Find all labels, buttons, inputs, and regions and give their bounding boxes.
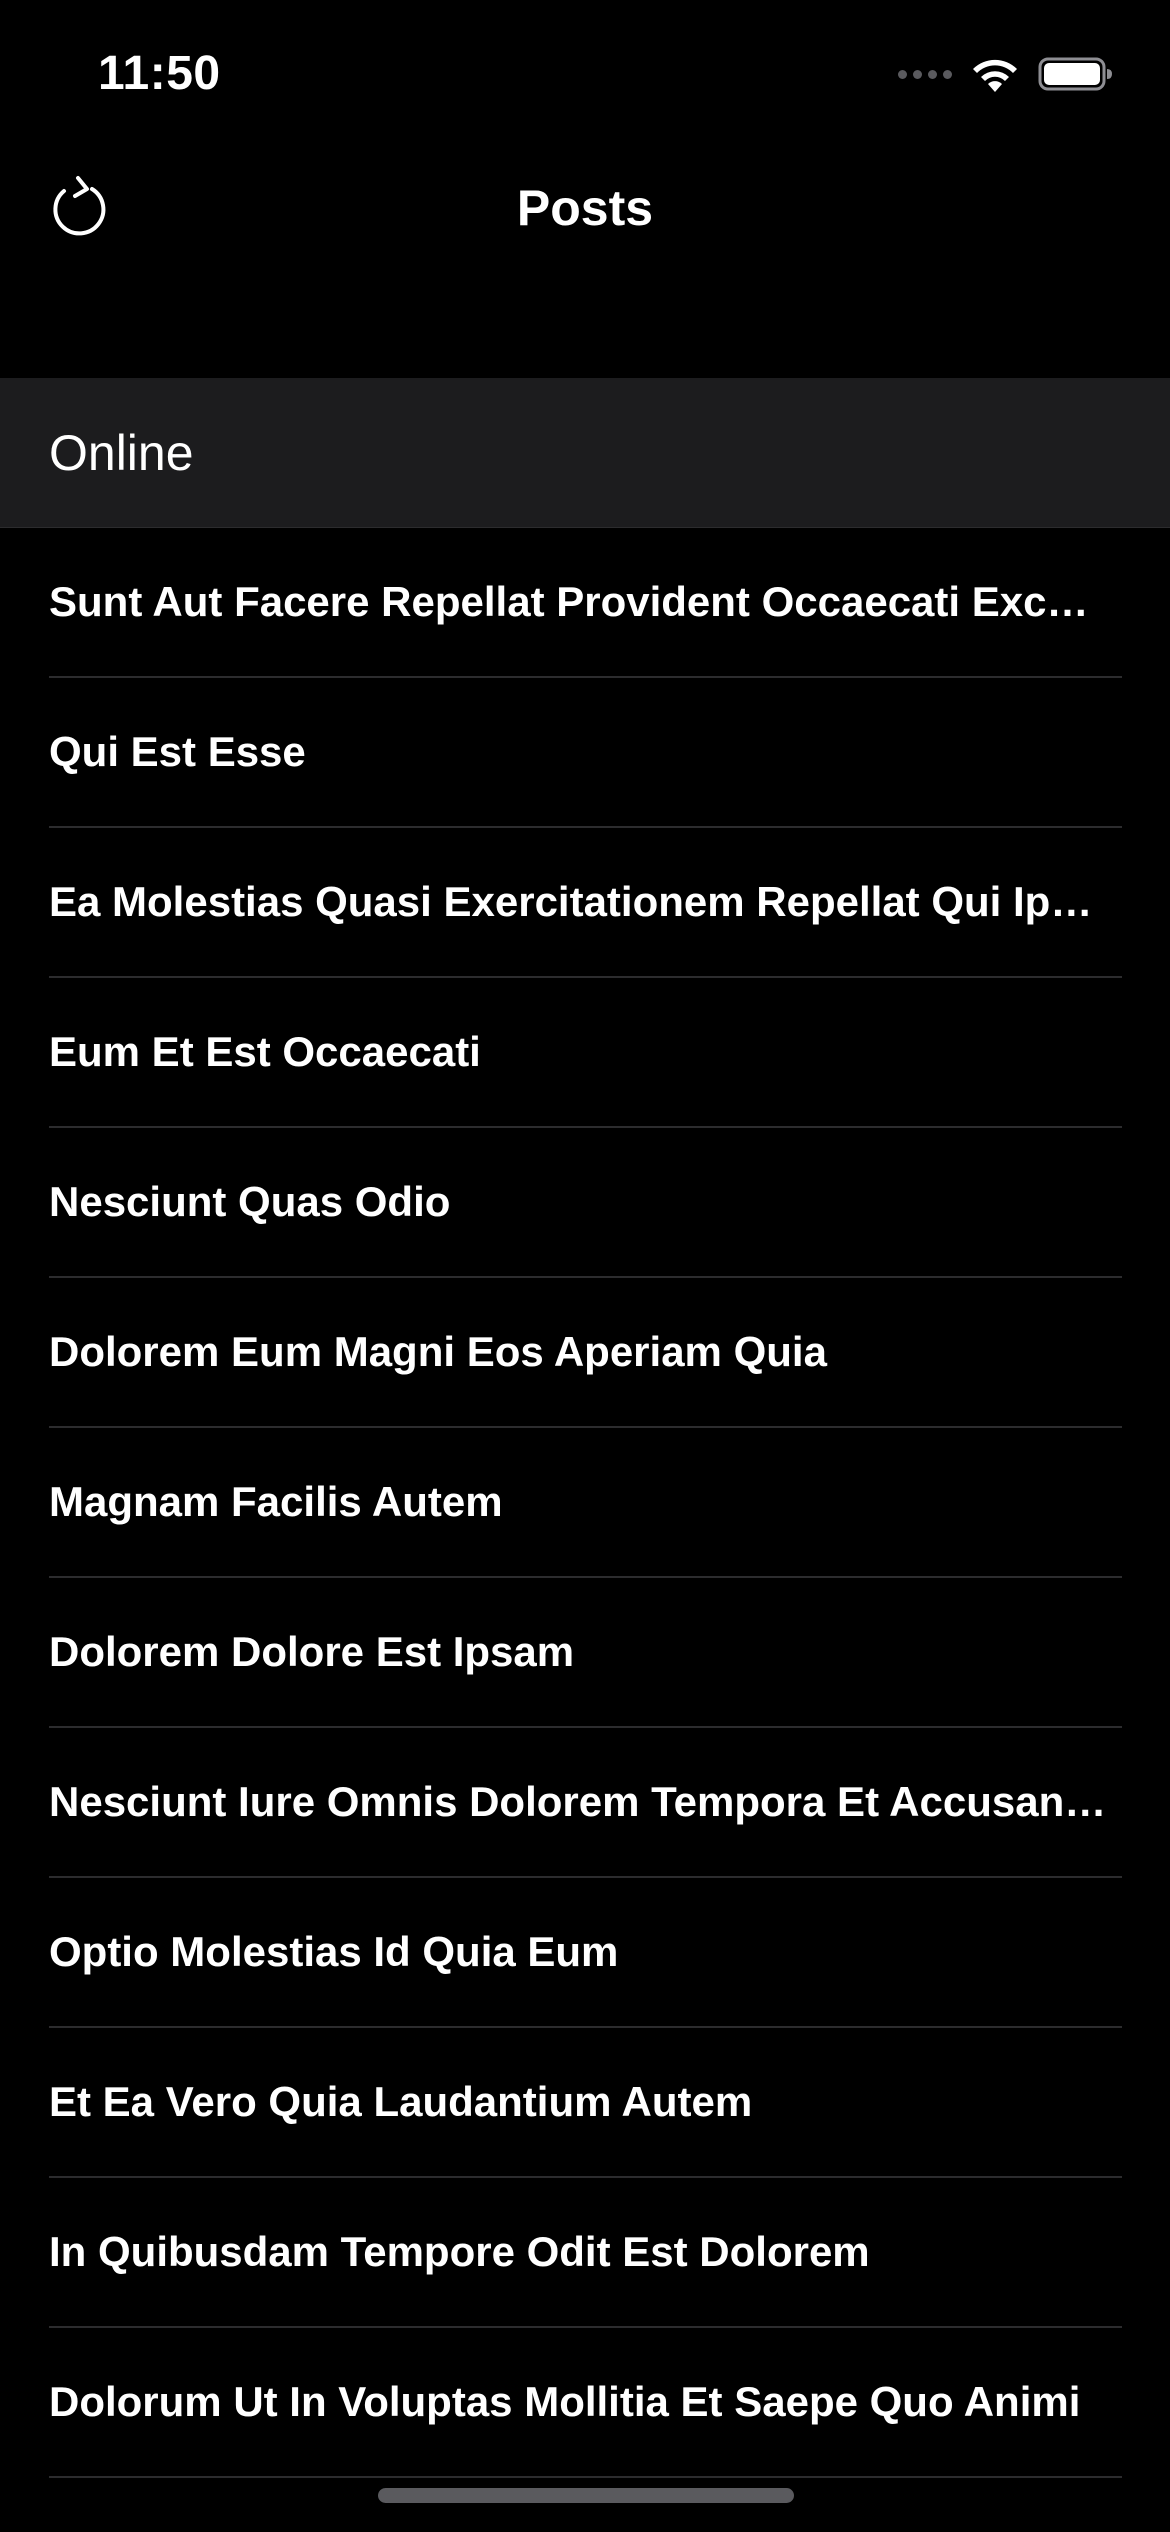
list-item[interactable]: Qui Est Esse	[0, 678, 1170, 828]
post-title: Optio Molestias Id Quia Eum	[49, 1928, 619, 1975]
post-title: Eum Et Est Occaecati	[49, 1028, 481, 1075]
list-item[interactable]: Eum Et Est Occaecati	[0, 978, 1170, 1128]
post-title: Dolorum Ut In Voluptas Mollitia Et Saepe…	[49, 2378, 1081, 2425]
section-header-label: Online	[49, 425, 194, 481]
home-indicator[interactable]	[378, 2488, 794, 2503]
post-title: Magnam Facilis Autem	[49, 1478, 503, 1525]
list-item[interactable]: Dolorem Dolore Est Ipsam	[0, 1578, 1170, 1728]
battery-icon	[1038, 57, 1112, 91]
page-title: Posts	[516, 180, 654, 236]
post-title: Nesciunt Iure Omnis Dolorem Tempora Et A…	[49, 1778, 1109, 1825]
post-title: Sunt Aut Facere Repellat Provident Occae…	[49, 578, 1109, 625]
list-item[interactable]: Nesciunt Iure Omnis Dolorem Tempora Et A…	[0, 1728, 1170, 1878]
list-item[interactable]: Dolorum Ut In Voluptas Mollitia Et Saepe…	[0, 2328, 1170, 2478]
status-bar: 11:50	[0, 0, 1170, 150]
status-time: 11:50	[98, 47, 221, 100]
list-item[interactable]: Nesciunt Quas Odio	[0, 1128, 1170, 1278]
post-title: In Quibusdam Tempore Odit Est Dolorem	[49, 2228, 870, 2275]
post-list: Sunt Aut Facere Repellat Provident Occae…	[0, 528, 1170, 2478]
list-item[interactable]: In Quibusdam Tempore Odit Est Dolorem	[0, 2178, 1170, 2328]
post-title: Dolorem Eum Magni Eos Aperiam Quia	[49, 1328, 827, 1375]
post-title: Nesciunt Quas Odio	[49, 1178, 451, 1225]
status-icons	[898, 52, 1114, 96]
list-item[interactable]: Ea Molestias Quasi Exercitationem Repell…	[0, 828, 1170, 978]
list-item[interactable]: Et Ea Vero Quia Laudantium Autem	[0, 2028, 1170, 2178]
row-separator	[49, 2476, 1122, 2478]
list-item[interactable]: Magnam Facilis Autem	[0, 1428, 1170, 1578]
signal-icon	[898, 52, 952, 96]
section-header: Online	[0, 378, 1170, 528]
list-item[interactable]: Dolorem Eum Magni Eos Aperiam Quia	[0, 1278, 1170, 1428]
navigation-bar: Posts	[0, 150, 1170, 378]
wifi-icon	[973, 59, 1017, 92]
post-title: Et Ea Vero Quia Laudantium Autem	[49, 2078, 753, 2125]
list-item[interactable]: Sunt Aut Facere Repellat Provident Occae…	[0, 528, 1170, 678]
post-title: Qui Est Esse	[49, 728, 306, 775]
post-title: Ea Molestias Quasi Exercitationem Repell…	[49, 878, 1109, 925]
post-title: Dolorem Dolore Est Ipsam	[49, 1628, 575, 1675]
list-item[interactable]: Optio Molestias Id Quia Eum	[0, 1878, 1170, 2028]
